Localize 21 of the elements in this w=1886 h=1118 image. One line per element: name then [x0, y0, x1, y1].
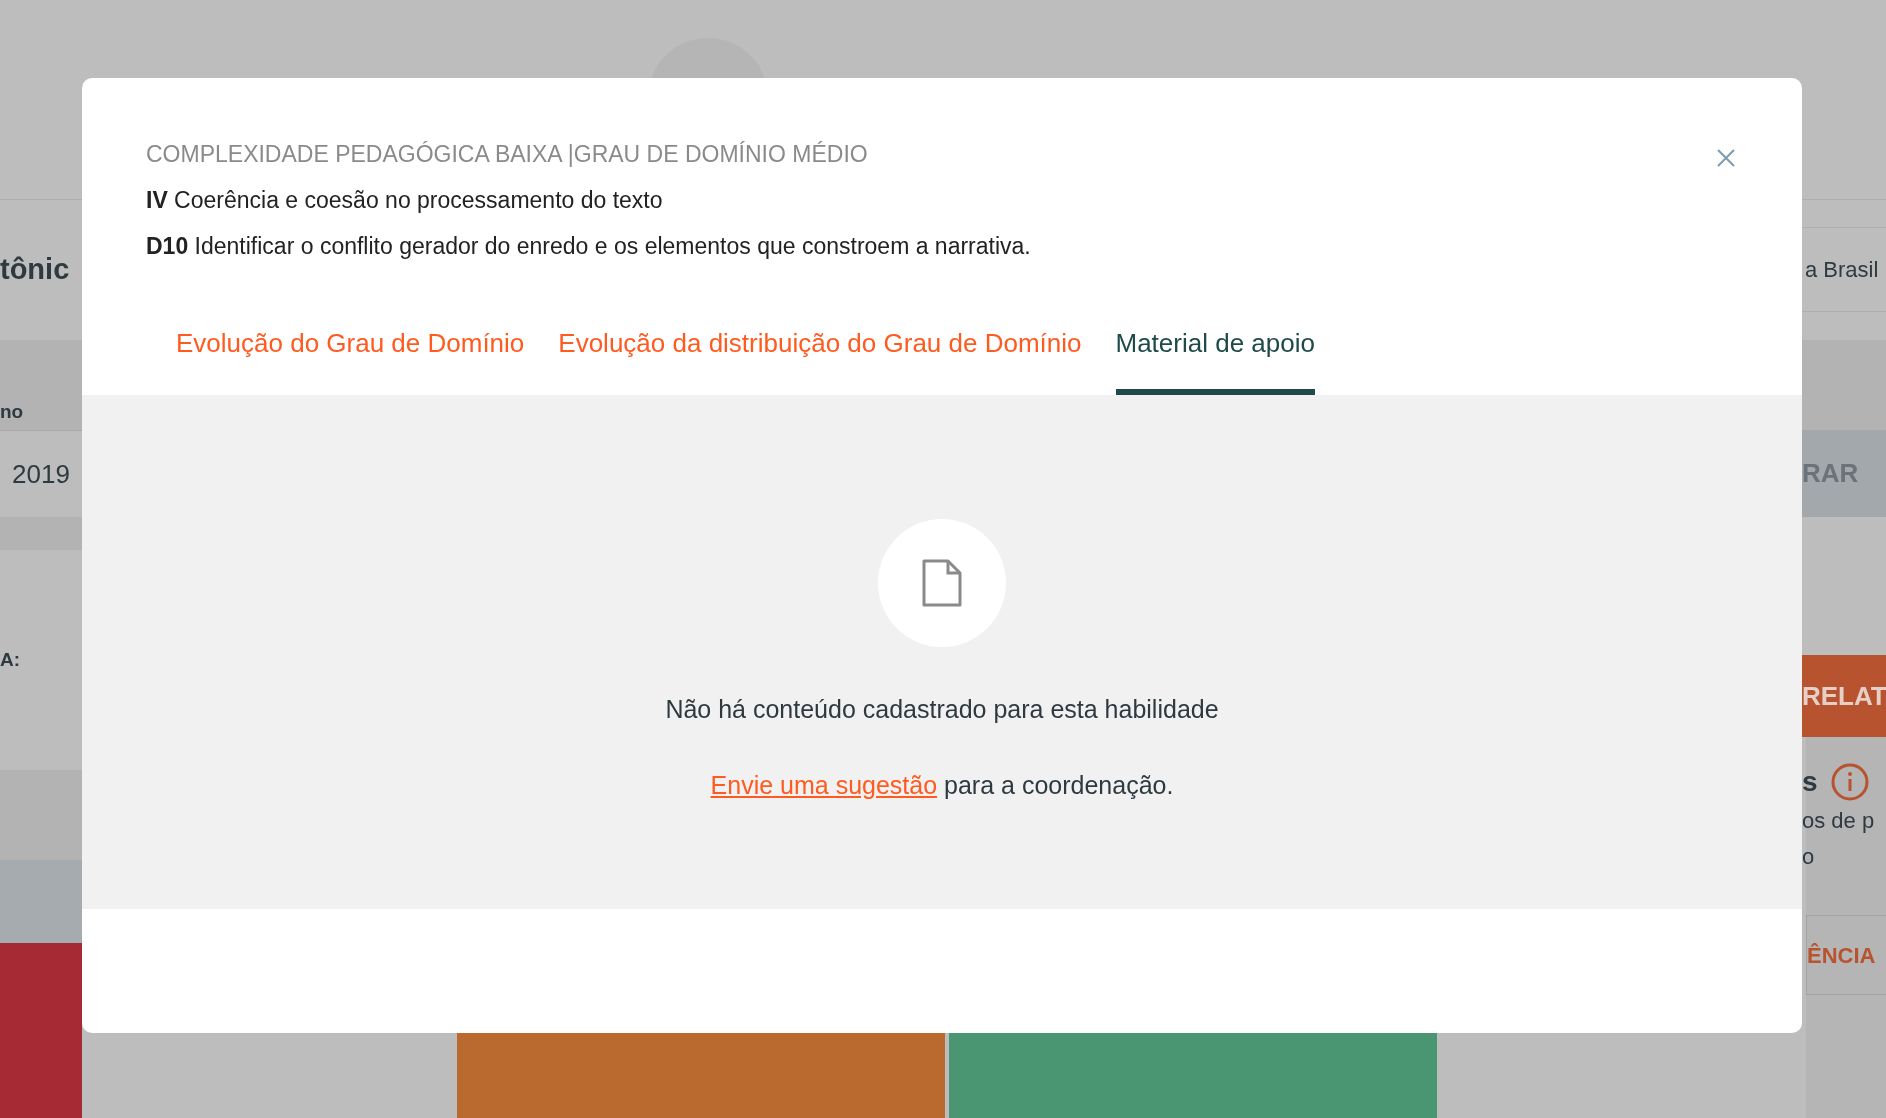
page-heading: tônic: [0, 252, 70, 288]
skill-description: D10 Identificar o conflito gerador do enredo e os elementos que constroem a narrativa.: [146, 232, 1031, 261]
category-text: COMPLEXIDADE PEDAGÓGICA BAIXA |GRAU DE DOMÍNIO MÉDIO: [146, 140, 868, 169]
skill-description: IV Coerência e coesão no processamento do texto: [146, 186, 663, 215]
empty-message: Não há conteúdo cadastrado para esta habilidade: [665, 694, 1219, 725]
year-value: 2019: [12, 457, 70, 491]
filter-button[interactable]: RAR: [1802, 430, 1886, 517]
tab[interactable]: Evolução da distribuição do Grau de Domínio: [558, 324, 1082, 395]
description-text: o: [1802, 843, 1816, 871]
location-text: a Brasil: [1805, 256, 1879, 284]
suggestion-text: Envie uma sugestão para a coordenação.: [710, 769, 1174, 801]
tab[interactable]: Evolução do Grau de Domínio: [176, 324, 525, 395]
column-label: no: [0, 399, 24, 424]
report-button[interactable]: RELAT: [1802, 655, 1886, 737]
description-text: os de p: [1802, 807, 1876, 835]
info-icon: [1829, 762, 1870, 802]
suggestion-link[interactable]: Envie uma sugestão: [710, 770, 938, 799]
section-title: s: [1802, 765, 1818, 799]
field-label: A:: [0, 647, 21, 672]
close-icon: [1716, 148, 1736, 168]
document-icon: [922, 559, 962, 607]
